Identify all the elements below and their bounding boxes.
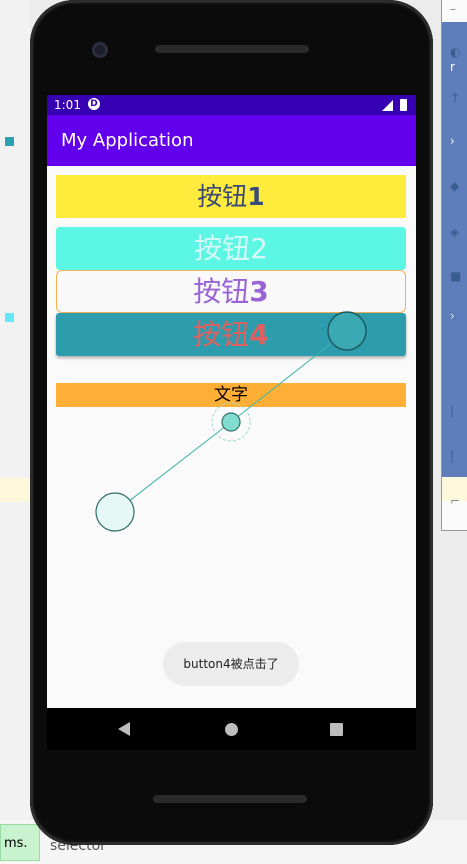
ide-line-highlight: [0, 478, 30, 502]
ide-chip[interactable]: ms.: [0, 824, 40, 861]
toolbar-icon[interactable]: ↑: [450, 92, 460, 104]
touch-line: [230, 330, 348, 423]
ide-right-toolbar: – ◐ r ↑ › ◆ ◈ ■ › ◦ | | ⌐: [441, 0, 467, 531]
toolbar-icon[interactable]: ◆: [450, 180, 459, 192]
touch-point-a-icon[interactable]: [327, 311, 367, 351]
toolbar-icon[interactable]: ■: [450, 270, 461, 282]
chevron-right-icon[interactable]: ›: [450, 135, 455, 147]
front-camera: [92, 42, 108, 58]
toolbar-icon[interactable]: ◐: [450, 46, 460, 58]
ide-left-gutter: [0, 0, 30, 864]
gutter-marker-icon: [5, 313, 14, 322]
touch-overlay: [95, 311, 367, 532]
toolbar-icon[interactable]: |: [450, 450, 454, 462]
toolbar-icon[interactable]: ◈: [450, 226, 459, 238]
toolbar-icon[interactable]: |: [450, 405, 454, 417]
pinch-center-icon[interactable]: [221, 412, 241, 432]
touch-point-b-icon[interactable]: [95, 492, 135, 532]
back-icon[interactable]: [118, 722, 130, 736]
device-screen: 1:01 D My Application 按钮1 按钮2 按钮3 按钮4 文字…: [47, 95, 416, 708]
toolbar-icon[interactable]: r: [450, 61, 455, 73]
home-icon[interactable]: [225, 723, 238, 736]
toolbar-icon[interactable]: ⌐: [450, 495, 460, 507]
touch-line: [114, 421, 232, 513]
top-speaker: [155, 45, 309, 53]
nav-bar: [47, 708, 416, 750]
recent-apps-icon[interactable]: [330, 723, 343, 736]
gutter-marker-icon: [5, 137, 14, 146]
minimize-icon[interactable]: –: [450, 3, 456, 15]
bottom-speaker: [153, 795, 307, 803]
toolbar-icon[interactable]: ◦: [450, 312, 457, 324]
